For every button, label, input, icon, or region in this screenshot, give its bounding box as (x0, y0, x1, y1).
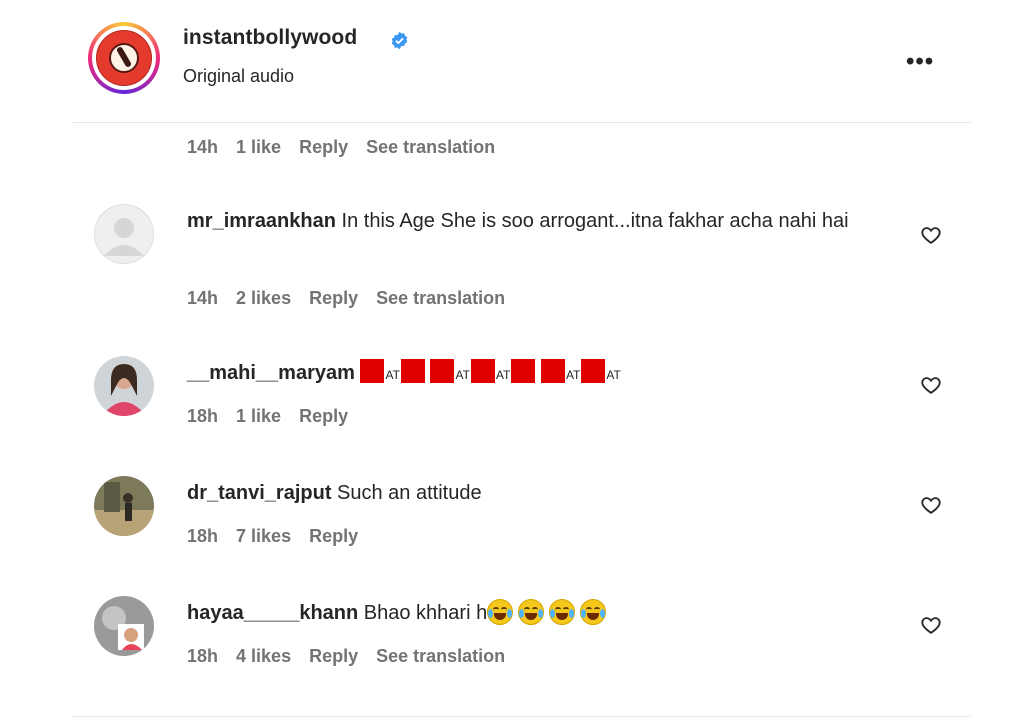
comment-meta-row: 18h 4 likes Reply See translation (187, 646, 506, 666)
comment-username[interactable]: __mahi__maryam (187, 362, 355, 384)
comment-text: dr_tanvi_rajput Such an attitude (187, 482, 482, 504)
more-options-icon[interactable]: ••• (906, 48, 934, 76)
comment-item: hayaa_____khann Bhao khhari h 18h 4 likes… (94, 596, 974, 676)
see-translation-button[interactable]: See translation (376, 646, 505, 666)
heart-icon[interactable] (920, 224, 942, 246)
comment-meta-row: 18h 7 likes Reply (187, 526, 359, 546)
comment-meta-row: 14h 1 like Reply See translation (187, 137, 496, 157)
reply-button[interactable]: Reply (309, 288, 358, 308)
footer-divider (73, 716, 971, 717)
likes-count[interactable]: 4 likes (236, 646, 291, 666)
likes-count[interactable]: 1 like (236, 406, 281, 426)
comment-text: __mahi__maryam AT AT AT AT AT (187, 356, 867, 392)
likes-count[interactable]: 1 like (236, 137, 281, 157)
comment-username[interactable]: hayaa_____khann (187, 602, 358, 624)
comment-item: __mahi__maryam AT AT AT AT AT 18h 1 like Rep… (94, 356, 974, 436)
comment-username[interactable]: mr_imraankhan (187, 210, 336, 232)
comment-item: mr_imraankhan In this Age She is soo arr… (94, 204, 974, 314)
heart-icon[interactable] (920, 374, 942, 396)
laughing-emoji-icon (487, 599, 514, 625)
user-avatar[interactable] (94, 596, 154, 656)
post-audio-subtitle[interactable]: Original audio (183, 66, 294, 87)
comment-text: hayaa_____khann Bhao khhari h (187, 596, 867, 630)
verified-badge-icon (391, 31, 408, 50)
comment-item: dr_tanvi_rajput Such an attitude 18h 7 li… (94, 476, 974, 556)
see-translation-button[interactable]: See translation (366, 137, 495, 157)
reply-button[interactable]: Reply (309, 646, 358, 666)
header-divider (73, 122, 971, 123)
laughing-emoji-icon (549, 599, 576, 625)
comment-text: mr_imraankhan In this Age She is soo arr… (187, 210, 849, 232)
post-username[interactable]: instantbollywood (183, 26, 357, 50)
likes-count[interactable]: 7 likes (236, 526, 291, 546)
user-avatar[interactable] (94, 476, 154, 536)
heart-icon[interactable] (920, 494, 942, 516)
see-translation-button[interactable]: See translation (376, 288, 505, 308)
laughing-emoji-icon (580, 599, 607, 625)
user-avatar[interactable] (94, 204, 154, 264)
user-avatar[interactable] (94, 356, 154, 416)
comment-username[interactable]: dr_tanvi_rajput (187, 482, 331, 504)
likes-count[interactable]: 2 likes (236, 288, 291, 308)
laughing-emoji-icon (518, 599, 545, 625)
reply-button[interactable]: Reply (299, 137, 348, 157)
reply-button[interactable]: Reply (309, 526, 358, 546)
comment-meta-row: 14h 2 likes Reply See translation (187, 288, 506, 308)
heart-icon[interactable] (920, 614, 942, 636)
instantbollywood-avatar[interactable] (88, 22, 160, 94)
comment-meta-row: 18h 1 like Reply (187, 406, 349, 426)
post-header: instantbollywood Original audio ••• (88, 22, 968, 98)
reply-button[interactable]: Reply (299, 406, 348, 426)
